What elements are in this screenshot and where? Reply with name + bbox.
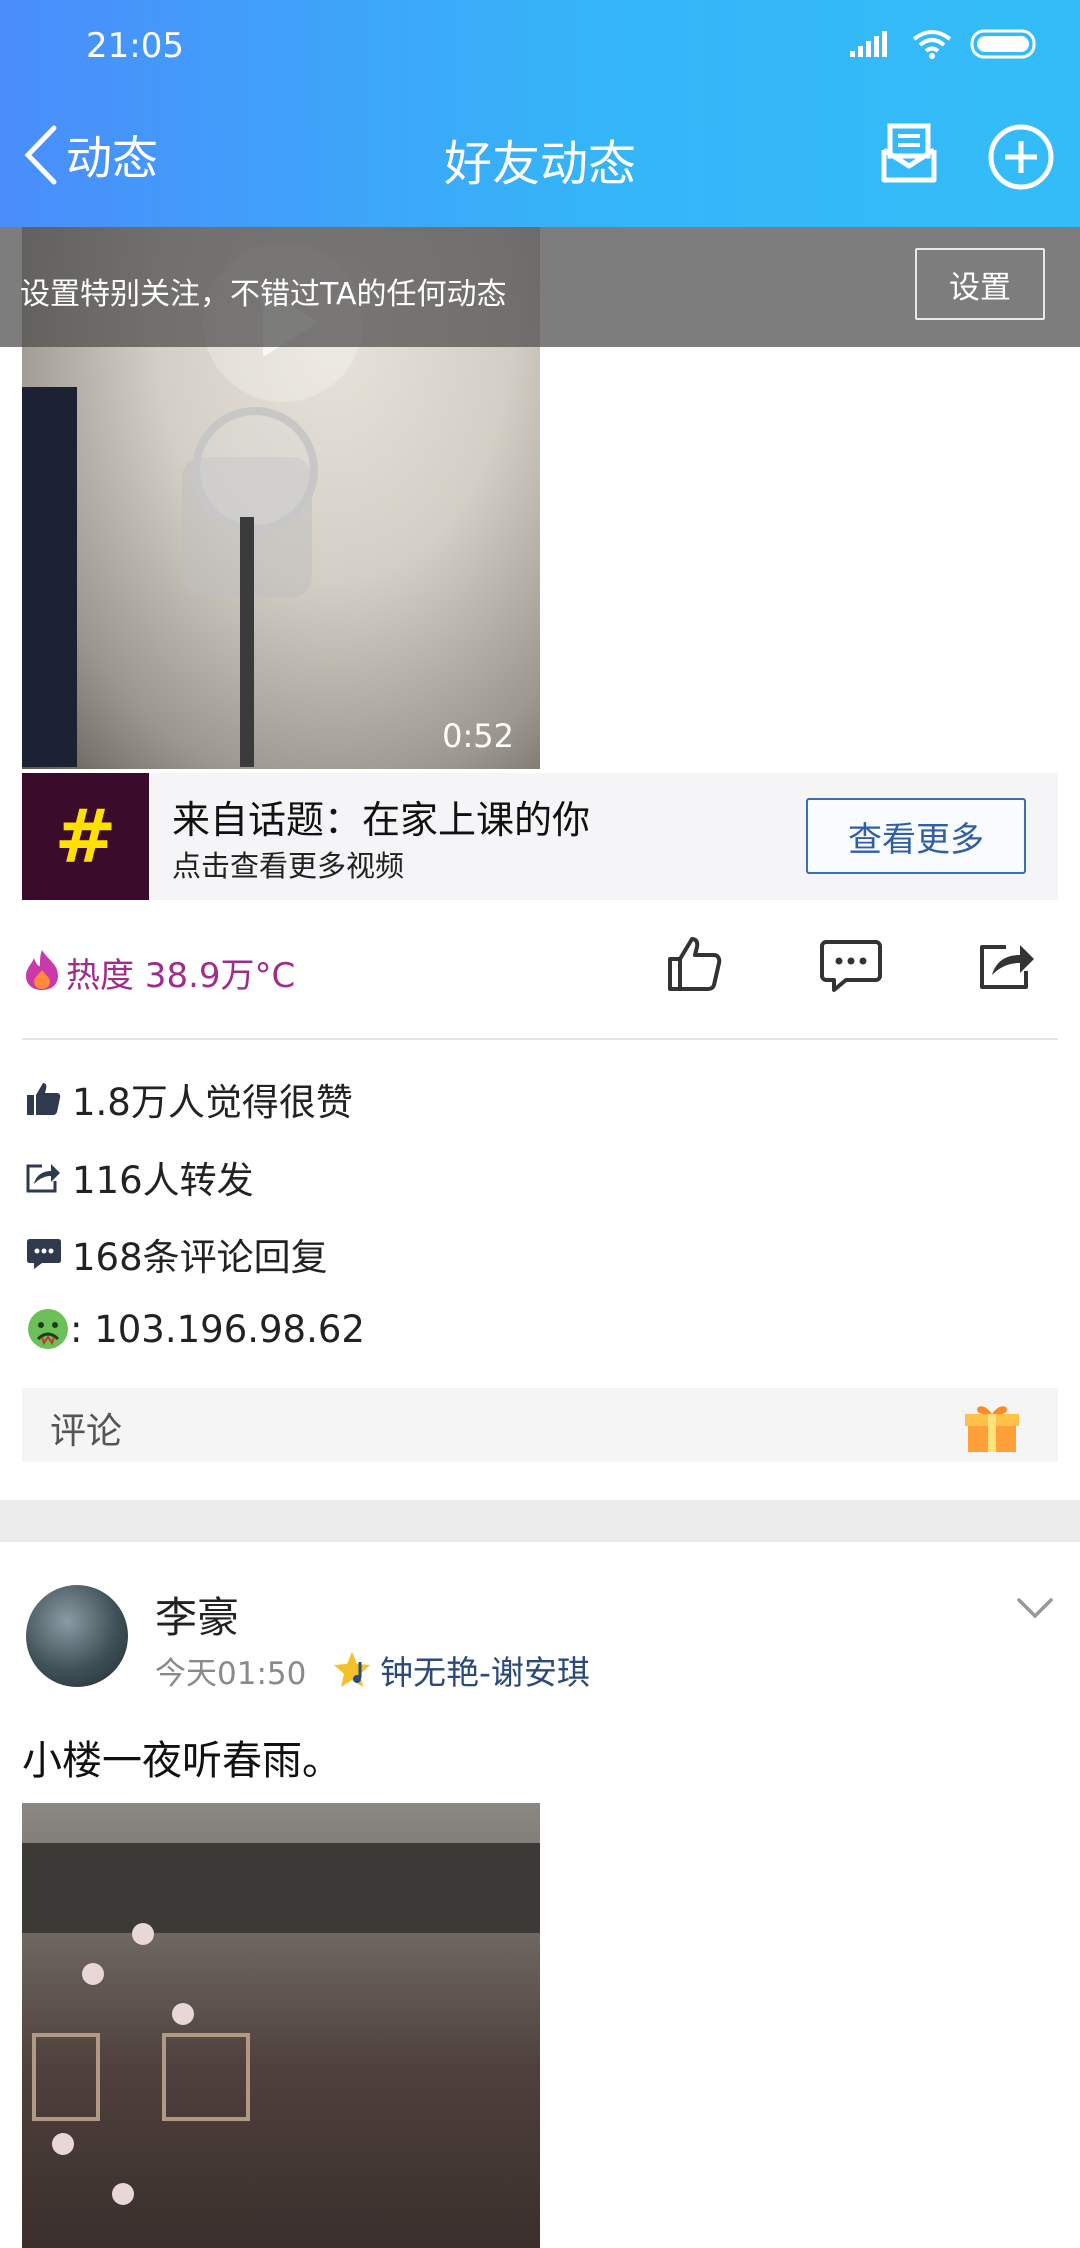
banner-settings-button[interactable]: 设置 xyxy=(915,248,1045,320)
battery-icon xyxy=(970,29,1036,59)
music-star-icon xyxy=(334,1652,370,1687)
thumbs-up-icon xyxy=(27,1083,61,1115)
video-duration: 0:52 xyxy=(442,717,514,755)
ip-stat: : 103.196.98.62 xyxy=(26,1307,365,1351)
view-more-button[interactable]: 查看更多 xyxy=(806,798,1026,874)
status-icons xyxy=(850,28,1040,60)
post-text: 小楼一夜听春雨。 xyxy=(22,1738,342,1784)
likes-stat[interactable]: 1.8万人觉得很赞 xyxy=(26,1072,353,1126)
shares-stat[interactable]: 116人转发 xyxy=(26,1150,254,1204)
signal-icon xyxy=(850,31,887,57)
image-detail xyxy=(132,1923,154,1945)
image-detail xyxy=(32,2033,100,2121)
image-detail xyxy=(172,2003,194,2025)
image-detail xyxy=(162,2033,250,2121)
flame-icon xyxy=(26,950,58,990)
music-tag[interactable]: 钟无艳-谢安琪 xyxy=(332,1646,590,1694)
likes-text: 1.8万人觉得很赞 xyxy=(72,1081,353,1124)
video-frame-detail xyxy=(240,517,254,767)
comment-icon[interactable] xyxy=(820,938,882,994)
share-icon xyxy=(26,1164,60,1193)
thumbs-up-icon[interactable] xyxy=(666,935,724,993)
wifi-icon xyxy=(912,30,952,59)
topic-subtitle: 点击查看更多视频 xyxy=(172,849,405,883)
banner-text: 设置特别关注，不错过TA的任何动态 xyxy=(20,277,507,312)
post-time: 今天01:50 xyxy=(155,1656,307,1692)
shares-text: 116人转发 xyxy=(72,1159,254,1202)
ip-text: : 103.196.98.62 xyxy=(70,1307,365,1351)
sick-face-icon xyxy=(28,1309,68,1349)
topic-title: 来自话题：在家上课的你 xyxy=(172,798,591,842)
divider xyxy=(22,1038,1058,1040)
status-time: 21:05 xyxy=(86,26,184,66)
image-detail xyxy=(22,1843,540,1933)
video-frame-detail xyxy=(192,407,318,533)
image-detail xyxy=(82,1963,104,1985)
chevron-down-icon[interactable] xyxy=(1015,1594,1055,1622)
special-follow-banner: 设置特别关注，不错过TA的任何动态 设置 xyxy=(0,227,1080,347)
hashtag-icon: # xyxy=(22,773,149,900)
comments-text: 168条评论回复 xyxy=(72,1236,328,1279)
image-detail xyxy=(112,2183,134,2205)
username[interactable]: 李豪 xyxy=(155,1584,239,1645)
topic-card[interactable]: # 来自话题：在家上课的你 点击查看更多视频 查看更多 xyxy=(22,773,1058,900)
comments-stat[interactable]: 168条评论回复 xyxy=(26,1227,328,1281)
avatar[interactable] xyxy=(26,1585,128,1687)
mail-icon[interactable] xyxy=(876,120,942,186)
heat-label: 热度 38.9万°C xyxy=(66,956,296,996)
video-frame-detail xyxy=(22,387,77,767)
post-image[interactable] xyxy=(22,1803,540,2248)
section-separator xyxy=(0,1500,1080,1542)
comment-input-bar[interactable]: 评论 xyxy=(22,1388,1058,1462)
comment-icon xyxy=(27,1239,61,1269)
music-tag-text: 钟无艳-谢安琪 xyxy=(380,1653,590,1692)
add-icon[interactable] xyxy=(987,123,1055,191)
gift-icon[interactable] xyxy=(962,1400,1022,1454)
share-icon[interactable] xyxy=(978,937,1038,991)
comment-placeholder: 评论 xyxy=(50,1411,123,1452)
image-detail xyxy=(52,2133,74,2155)
